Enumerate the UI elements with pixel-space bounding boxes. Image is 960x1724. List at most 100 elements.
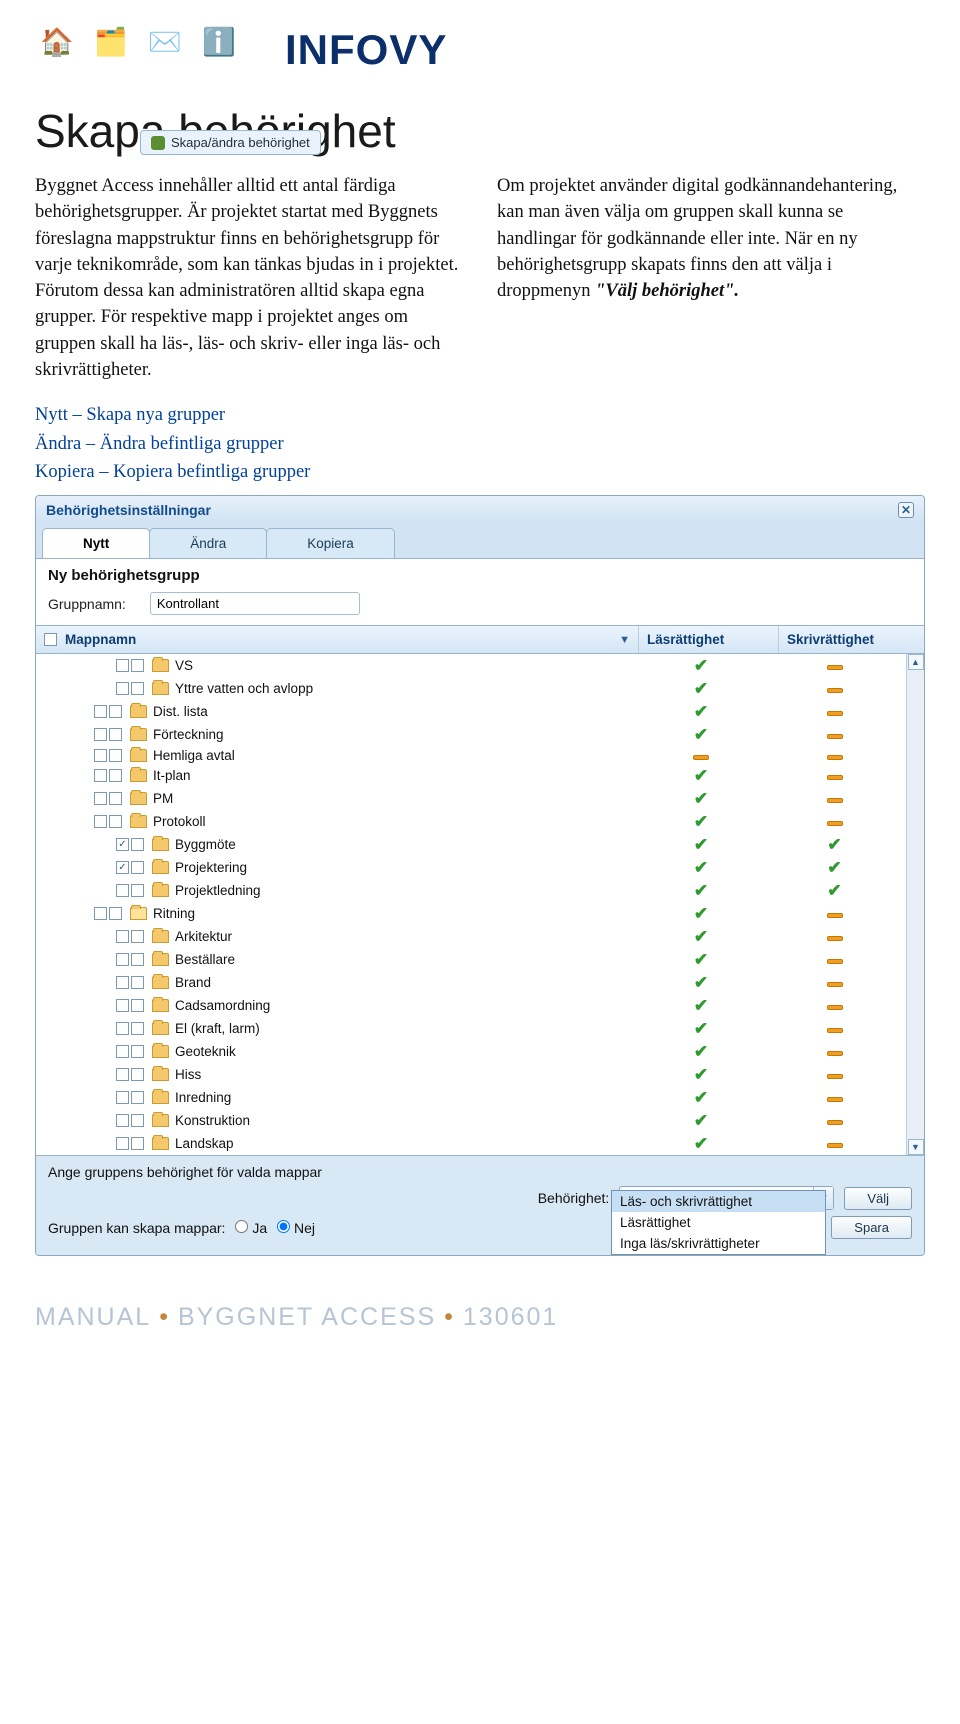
tree-icon[interactable]: 🗂️ [89, 20, 133, 64]
row-label[interactable]: Ritning [153, 906, 195, 921]
radio-no[interactable]: Nej [277, 1220, 315, 1236]
tab-kopiera[interactable]: Kopiera [266, 528, 395, 558]
row-label[interactable]: Byggmöte [175, 837, 236, 852]
spara-button[interactable]: Spara [831, 1216, 912, 1239]
row-checkbox-2[interactable] [109, 749, 122, 762]
row-checkbox[interactable] [116, 1045, 129, 1058]
row-checkbox-2[interactable] [131, 1137, 144, 1150]
scrollbar[interactable]: ▲ ▼ [906, 654, 924, 1155]
row-checkbox-2[interactable] [109, 728, 122, 741]
row-checkbox-2[interactable] [131, 1068, 144, 1081]
check-icon: ✔ [694, 1042, 708, 1061]
row-checkbox[interactable] [116, 861, 129, 874]
row-label[interactable]: Beställare [175, 952, 235, 967]
row-checkbox-2[interactable] [131, 1022, 144, 1035]
row-label[interactable]: Cadsamordning [175, 998, 270, 1013]
row-checkbox-2[interactable] [131, 884, 144, 897]
folder-icon [152, 953, 169, 966]
row-checkbox-2[interactable] [131, 861, 144, 874]
row-label[interactable]: VS [175, 658, 193, 673]
folder-icon [130, 749, 147, 762]
mail-icon[interactable]: ✉️ [143, 20, 187, 64]
close-icon[interactable]: ✕ [898, 502, 914, 518]
dash-icon [827, 1028, 843, 1033]
folder-icon [152, 1137, 169, 1150]
row-checkbox[interactable] [94, 907, 107, 920]
row-label[interactable]: Projektledning [175, 883, 261, 898]
row-checkbox[interactable] [116, 1022, 129, 1035]
row-label[interactable]: Geoteknik [175, 1044, 236, 1059]
row-checkbox-2[interactable] [109, 815, 122, 828]
row-checkbox[interactable] [94, 705, 107, 718]
scroll-down-icon[interactable]: ▼ [908, 1139, 924, 1155]
row-checkbox[interactable] [94, 815, 107, 828]
row-checkbox[interactable] [116, 1137, 129, 1150]
row-checkbox-2[interactable] [131, 1091, 144, 1104]
row-checkbox[interactable] [116, 1068, 129, 1081]
row-label[interactable]: It-plan [153, 768, 191, 783]
scroll-up-icon[interactable]: ▲ [908, 654, 924, 670]
row-checkbox-2[interactable] [131, 953, 144, 966]
row-label[interactable]: Arkitektur [175, 929, 232, 944]
row-checkbox-2[interactable] [131, 1114, 144, 1127]
row-checkbox-2[interactable] [131, 999, 144, 1012]
home-icon[interactable]: 🏠 [35, 20, 79, 64]
row-checkbox-2[interactable] [131, 930, 144, 943]
option-none[interactable]: Inga läs/skrivrättigheter [612, 1233, 825, 1254]
row-label[interactable]: Yttre vatten och avlopp [175, 681, 313, 696]
row-label[interactable]: Brand [175, 975, 211, 990]
row-checkbox-2[interactable] [131, 976, 144, 989]
row-label[interactable]: Landskap [175, 1136, 234, 1151]
row-checkbox-2[interactable] [131, 659, 144, 672]
row-checkbox[interactable] [94, 728, 107, 741]
row-label[interactable]: PM [153, 791, 173, 806]
check-icon: ✔ [694, 996, 708, 1015]
row-label[interactable]: Inredning [175, 1090, 231, 1105]
option-read[interactable]: Läsrättighet [612, 1212, 825, 1233]
table-row: Projektledning✔✔ [36, 879, 924, 902]
row-checkbox-2[interactable] [109, 792, 122, 805]
row-checkbox[interactable] [116, 884, 129, 897]
row-checkbox-2[interactable] [131, 682, 144, 695]
row-checkbox-2[interactable] [131, 838, 144, 851]
row-checkbox[interactable] [116, 1114, 129, 1127]
tab-andra[interactable]: Ändra [149, 528, 267, 558]
row-checkbox-2[interactable] [109, 705, 122, 718]
row-checkbox[interactable] [116, 976, 129, 989]
row-checkbox[interactable] [116, 930, 129, 943]
row-checkbox[interactable] [116, 1091, 129, 1104]
row-checkbox-2[interactable] [109, 769, 122, 782]
chevron-down-icon[interactable]: ▼ [619, 634, 630, 646]
groupname-input[interactable] [150, 592, 360, 615]
info-icon[interactable]: ℹ️ [197, 20, 241, 64]
row-label[interactable]: Konstruktion [175, 1113, 250, 1128]
option-read-write[interactable]: Läs- och skrivrättighet [612, 1191, 825, 1212]
table-row: Ritning✔ [36, 902, 924, 925]
row-label[interactable]: Hemliga avtal [153, 748, 235, 763]
row-checkbox[interactable] [94, 792, 107, 805]
radio-yes[interactable]: Ja [235, 1220, 267, 1236]
row-label[interactable]: Hiss [175, 1067, 201, 1082]
row-checkbox[interactable] [94, 769, 107, 782]
row-checkbox[interactable] [116, 999, 129, 1012]
row-checkbox[interactable] [116, 659, 129, 672]
row-checkbox[interactable] [116, 838, 129, 851]
row-label[interactable]: Protokoll [153, 814, 206, 829]
row-checkbox[interactable] [116, 953, 129, 966]
col-read[interactable]: Läsrättighet [639, 626, 779, 653]
col-write[interactable]: Skrivrättighet [779, 626, 924, 653]
col-mappnamn[interactable]: Mappnamn [65, 632, 136, 647]
row-label[interactable]: Projektering [175, 860, 247, 875]
valj-button[interactable]: Välj [844, 1187, 912, 1210]
tab-nytt[interactable]: Nytt [42, 528, 150, 558]
behorighet-dropdown[interactable]: Läs- och skrivrättighet Läsrättighet Ing… [611, 1190, 826, 1255]
row-label[interactable]: El (kraft, larm) [175, 1021, 260, 1036]
row-checkbox[interactable] [116, 682, 129, 695]
row-checkbox[interactable] [94, 749, 107, 762]
folder-icon [152, 1114, 169, 1127]
row-label[interactable]: Förteckning [153, 727, 224, 742]
row-checkbox-2[interactable] [109, 907, 122, 920]
row-checkbox-2[interactable] [131, 1045, 144, 1058]
select-all-checkbox[interactable] [44, 633, 57, 646]
row-label[interactable]: Dist. lista [153, 704, 208, 719]
